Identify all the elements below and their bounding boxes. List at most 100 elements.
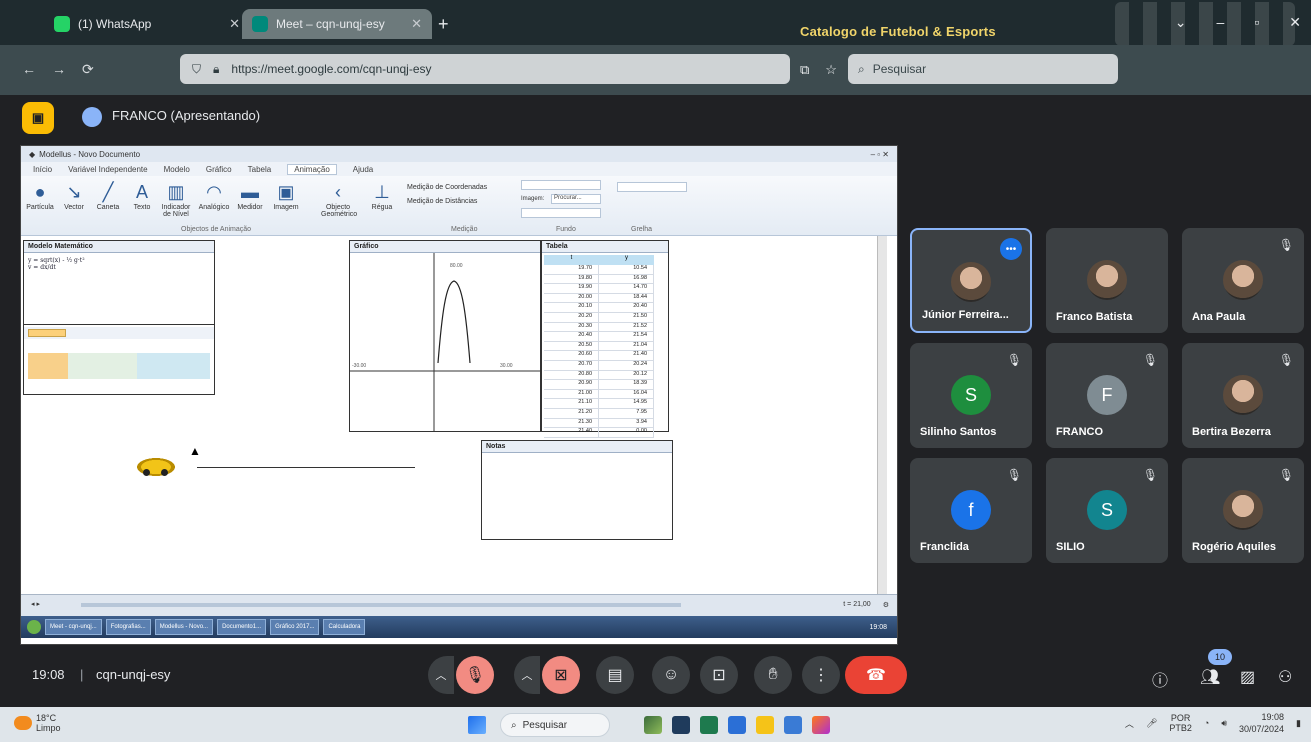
more-options-icon[interactable]: ••• <box>1000 238 1022 260</box>
table-row: 20.50 21.04 <box>544 341 654 352</box>
table-row: 19.70 10.54 <box>544 265 654 275</box>
emoji-button[interactable]: ☺ <box>652 656 690 694</box>
hangup-button[interactable]: ☎︎ <box>845 656 907 694</box>
notification-icon[interactable]: ▮ <box>1296 718 1301 729</box>
track-line <box>197 467 415 468</box>
participant-tile[interactable]: 🎙︎ Bertira Bezerra <box>1182 343 1304 448</box>
mic-toggle-button[interactable]: 🎙︎ <box>456 656 494 694</box>
captions-button[interactable]: ▤ <box>596 656 634 694</box>
participant-tile[interactable]: F 🎙︎ FRANCO <box>1046 343 1168 448</box>
reload-icon[interactable]: ⟳ <box>82 61 94 78</box>
ribbon-tab[interactable]: Gráfico <box>206 165 232 174</box>
tool-pen[interactable]: ╱ Caneta <box>91 180 125 211</box>
participant-tile[interactable]: f 🎙︎ Franclida <box>910 458 1032 563</box>
measure-coords-option[interactable]: Medição de Coordenadas <box>407 184 487 191</box>
tool-analog[interactable]: ◠ Analógico <box>197 180 231 211</box>
tool-level[interactable]: ▥ Indicador de Nível <box>159 180 193 218</box>
browse-button[interactable]: Procurar... <box>551 194 601 204</box>
ribbon-tab[interactable]: Início <box>33 165 52 174</box>
chat-icon[interactable]: ▨ <box>1240 667 1255 687</box>
volume-icon[interactable]: 🔊︎ <box>1221 718 1227 729</box>
participant-tile[interactable]: Franco Batista <box>1046 228 1168 333</box>
meet-header: ▣ FRANCO (Apresentando) <box>0 95 1311 145</box>
model-equation-editor[interactable]: y = sqrt(x) - ½ g·t² v = dx/dt <box>24 253 214 325</box>
taskbar-item: Gráfico 2017... <box>270 619 320 635</box>
tool-image[interactable]: ▣ Imagem <box>269 180 303 211</box>
search-input[interactable]: ⌕ Pesquisar <box>848 54 1118 84</box>
photos-app-icon[interactable] <box>644 716 662 734</box>
ribbon-tab-active[interactable]: Animação <box>287 163 337 175</box>
tool-label: Objecto Geométrico <box>321 204 358 218</box>
color-select[interactable] <box>521 180 601 190</box>
time-slider[interactable] <box>81 603 681 607</box>
ribbon-tab[interactable]: Modelo <box>164 165 190 174</box>
weather-widget[interactable]: 18°C Limpo <box>36 713 61 733</box>
language-indicator[interactable]: POR PTB2 <box>1169 713 1192 733</box>
close-window-button[interactable]: ✕ <box>1289 14 1301 31</box>
more-options-button[interactable]: ⋮ <box>802 656 840 694</box>
firefox-app-icon[interactable] <box>812 716 830 734</box>
windows-start-icon[interactable] <box>468 716 486 734</box>
parameters-grid[interactable] <box>28 353 210 379</box>
tool-ruler[interactable]: ⊥ Régua <box>365 180 399 211</box>
participant-tile[interactable]: ••• Júnior Ferreira... <box>910 228 1032 333</box>
options-icon[interactable]: ⚙ <box>883 601 889 609</box>
table-header: ty <box>544 255 654 265</box>
grid-select[interactable] <box>617 182 687 192</box>
participant-tile[interactable]: S 🎙︎ SILIO <box>1046 458 1168 563</box>
mic-off-icon: 🎙︎ <box>1278 238 1294 252</box>
chevron-up-icon[interactable]: ︿ <box>1125 717 1134 730</box>
task-view-icon[interactable] <box>672 716 690 734</box>
close-tab-icon[interactable]: ✕ <box>229 16 240 32</box>
store-app-icon[interactable] <box>700 716 718 734</box>
tab-meet[interactable]: Meet – cqn-unqj-esy ✕ <box>242 9 432 39</box>
explorer-app-icon[interactable] <box>756 716 774 734</box>
tab-whatsapp[interactable]: (1) WhatsApp ✕ <box>44 9 250 39</box>
app-icon[interactable] <box>784 716 802 734</box>
raise-hand-icon: ✋︎ <box>768 666 778 683</box>
ribbon-tab[interactable]: Ajuda <box>353 165 373 174</box>
play-controls[interactable]: ◂ ▸ <box>31 600 40 608</box>
system-clock[interactable]: 19:08 30/07/2024 <box>1239 711 1284 735</box>
tool-particle[interactable]: ● Partícula <box>23 180 57 211</box>
model-tab-active[interactable] <box>28 329 66 337</box>
back-icon[interactable]: ← <box>22 61 36 77</box>
address-bar[interactable]: ⛉ 🔒︎ https://meet.google.com/cqn-unqj-es… <box>180 54 790 84</box>
tool-meter[interactable]: ▬ Medidor <box>233 180 267 211</box>
table-cell: 20.40 <box>599 303 654 312</box>
raise-hand-button[interactable]: ✋︎ <box>754 656 792 694</box>
participant-tile[interactable]: 🎙︎ Rogério Aquiles <box>1182 458 1304 563</box>
tool-vector[interactable]: ↘ Vector <box>57 180 91 211</box>
bookmark-star-icon[interactable]: ☆ <box>825 62 837 78</box>
workspace-scrollbar[interactable] <box>877 236 887 594</box>
audio-options-button[interactable]: ︿ <box>428 656 454 694</box>
car-particle[interactable] <box>137 458 175 476</box>
ribbon-tab[interactable]: Variável Independente <box>68 165 147 174</box>
activities-icon[interactable]: ⚇ <box>1278 667 1292 687</box>
participant-tile[interactable]: S 🎙︎ Silinho Santos <box>910 343 1032 448</box>
camera-toggle-button[interactable]: ⊠ <box>542 656 580 694</box>
measure-distance-option[interactable]: Medição de Distâncias <box>407 198 477 205</box>
tool-text[interactable]: A Texto <box>125 180 159 211</box>
maximize-button[interactable]: ▫ <box>1254 14 1259 31</box>
forward-icon[interactable]: → <box>52 61 66 77</box>
ribbon-tab[interactable]: Tabela <box>248 165 272 174</box>
new-tab-button[interactable]: + <box>438 14 449 35</box>
participant-tile[interactable]: 🎙︎ Ana Paula <box>1182 228 1304 333</box>
close-tab-icon[interactable]: ✕ <box>411 16 422 32</box>
graph-canvas[interactable]: 80.00 -30.00 30.00 <box>350 253 540 431</box>
tool-geometric[interactable]: ‹ Objecto Geométrico <box>321 180 358 218</box>
video-options-button[interactable]: ︿ <box>514 656 540 694</box>
wifi-icon[interactable]: ◔ <box>1204 718 1209 728</box>
translate-icon[interactable]: ⧉ <box>800 62 809 78</box>
people-icon[interactable]: 👥︎ <box>1200 667 1220 687</box>
edge-app-icon[interactable] <box>728 716 746 734</box>
mic-tray-icon[interactable]: 🎤︎ <box>1146 718 1157 729</box>
tab-list-icon[interactable]: ⌄ <box>1175 14 1187 31</box>
presentation-icon[interactable]: ▣ <box>22 102 54 134</box>
taskbar-search[interactable]: ⌕ Pesquisar <box>500 713 610 737</box>
minimize-button[interactable]: – <box>1217 14 1225 31</box>
present-button[interactable]: ⊡ <box>700 656 738 694</box>
info-icon[interactable]: ⓘ <box>1152 667 1168 691</box>
fill-select[interactable] <box>521 208 601 218</box>
